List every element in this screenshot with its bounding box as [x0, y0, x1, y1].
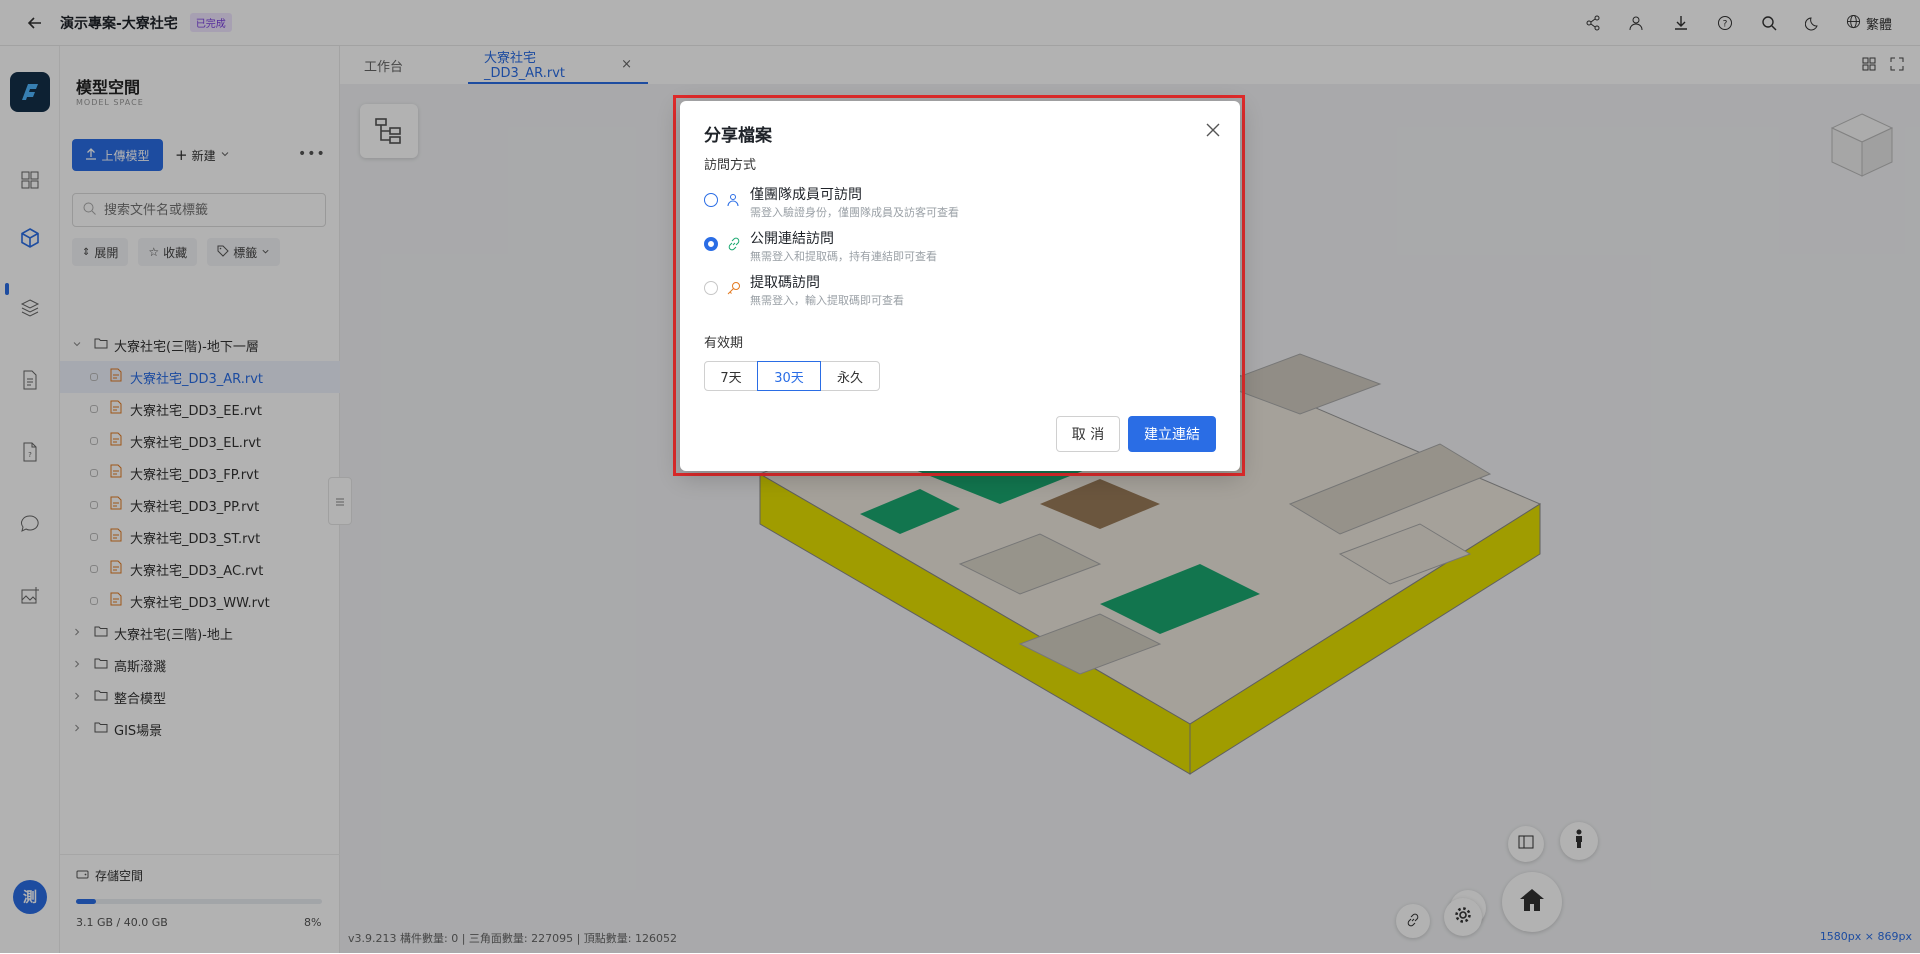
close-icon[interactable] [1202, 119, 1224, 141]
team-icon [726, 192, 742, 208]
option-team-only[interactable]: 僅團隊成員可訪問 需登入驗證身份，僅團隊成員及訪客可查看 [704, 184, 1204, 224]
option-public-link[interactable]: 公開連結訪問 無需登入和提取碼，持有連結即可查看 [704, 228, 1204, 268]
access-label: 訪問方式 [704, 158, 757, 173]
radio-public-link[interactable] [704, 237, 718, 251]
option-label: 提取碼訪問 [750, 275, 820, 291]
radio-access-code[interactable] [704, 281, 718, 295]
link-icon [726, 236, 742, 252]
validity-30-days[interactable]: 30天 [757, 361, 821, 391]
validity-7-days[interactable]: 7天 [704, 361, 758, 391]
validity-permanent[interactable]: 永久 [820, 361, 880, 391]
share-dialog: 分享檔案 訪問方式 僅團隊成員可訪問 需登入驗證身份，僅團隊成員及訪客可查看 公… [680, 101, 1240, 471]
validity-label: 有效期 [704, 336, 744, 351]
key-icon [726, 280, 742, 296]
option-label: 公開連結訪問 [750, 231, 834, 247]
option-label: 僅團隊成員可訪問 [750, 187, 862, 203]
option-access-code[interactable]: 提取碼訪問 無需登入，輸入提取碼即可查看 [704, 272, 1204, 312]
validity-selector: 7天 30天 永久 [704, 361, 880, 391]
option-description: 無需登入，輸入提取碼即可查看 [750, 294, 904, 307]
option-description: 需登入驗證身份，僅團隊成員及訪客可查看 [750, 206, 959, 219]
dialog-title: 分享檔案 [704, 126, 772, 146]
radio-team-only[interactable] [704, 193, 718, 207]
cancel-button[interactable]: 取 消 [1056, 416, 1120, 452]
create-link-button[interactable]: 建立連結 [1128, 416, 1216, 452]
option-description: 無需登入和提取碼，持有連結即可查看 [750, 250, 937, 263]
